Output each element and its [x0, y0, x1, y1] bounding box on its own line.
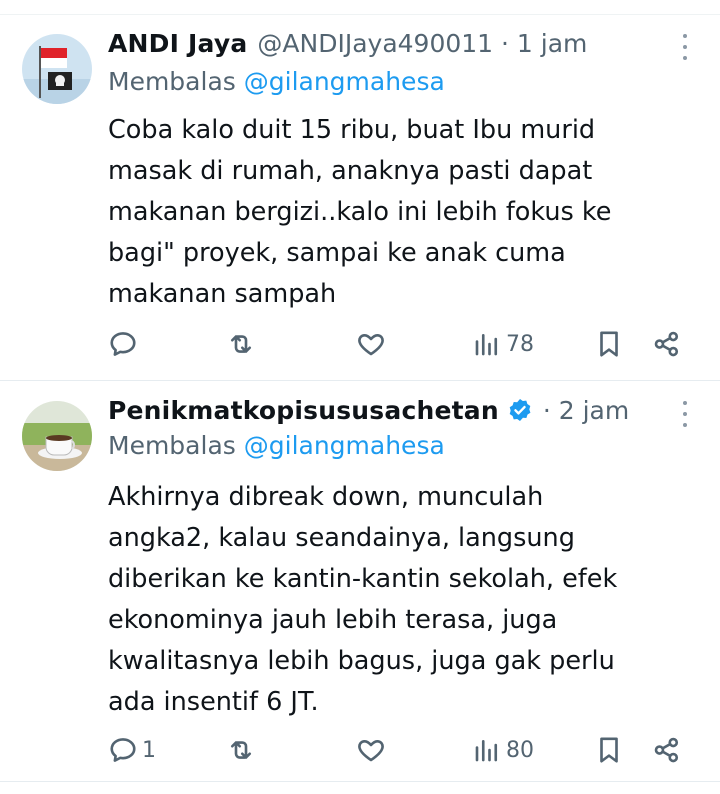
tweet-text: Akhirnya dibreak down, munculah angka2, …	[108, 477, 690, 723]
avatar[interactable]	[22, 34, 92, 104]
replying-to: Membalas @gilangmahesa	[108, 431, 445, 460]
reply-icon	[110, 738, 136, 762]
reply-button[interactable]: 1	[108, 730, 156, 770]
retweet-button[interactable]	[226, 324, 260, 364]
share-icon	[654, 331, 679, 357]
tweet-text-line: angka2, kalau seandainya, langsung	[108, 523, 575, 553]
views-icon	[475, 739, 498, 762]
tweet-text-line: bagi" proyek, sampai ke anak cuma	[108, 238, 566, 268]
author-meta[interactable]: · 2 jam	[543, 396, 629, 425]
heart-icon	[358, 333, 384, 356]
reply-button[interactable]	[108, 324, 142, 364]
avatar-image	[22, 401, 92, 471]
like-button[interactable]	[356, 324, 390, 364]
views-icon	[475, 333, 498, 356]
retweet-icon	[230, 741, 252, 759]
share-icon	[654, 737, 679, 763]
tweet-text-line: makanan bergizi..kalo ini lebih fokus ke	[108, 197, 612, 227]
author-meta[interactable]: @ANDIJaya490011 · 1 jam	[257, 29, 587, 58]
views-button[interactable]: 78	[472, 324, 534, 364]
share-button[interactable]	[652, 730, 682, 770]
tweet-text-line: Akhirnya dibreak down, munculah	[108, 482, 544, 512]
tweet-text: Coba kalo duit 15 ribu, buat Ibu murid m…	[108, 110, 690, 315]
share-button[interactable]	[652, 324, 682, 364]
tweet-header: Penikmatkopisususachetan · 2 jam	[108, 390, 680, 430]
tweet-text-line: ekonominya jauh lebih terasa, juga	[108, 605, 558, 635]
replying-handle-link[interactable]: @gilangmahesa	[244, 67, 445, 96]
tweet-card[interactable]: Penikmatkopisususachetan · 2 jam Membala…	[0, 381, 720, 782]
tweet-header: ANDI Jaya @ANDIJaya490011 · 1 jam	[108, 23, 680, 63]
tweet-text-line: ada insentif 6 JT.	[108, 687, 319, 717]
heart-icon	[358, 739, 384, 762]
views-count: 78	[506, 331, 534, 357]
like-button[interactable]	[356, 730, 390, 770]
action-bar: 78	[108, 324, 698, 364]
views-button[interactable]: 80	[472, 730, 534, 770]
tweet-text-line: masak di rumah, anaknya pasti dapat	[108, 156, 593, 186]
retweet-icon	[230, 335, 252, 353]
replying-prefix: Membalas	[108, 431, 236, 460]
action-bar: 1 80	[108, 730, 698, 770]
verified-icon	[509, 398, 531, 422]
replying-prefix: Membalas	[108, 67, 236, 96]
more-icon[interactable]	[680, 34, 690, 60]
replying-to: Membalas @gilangmahesa	[108, 67, 445, 96]
bookmark-icon	[600, 331, 618, 357]
top-divider	[0, 0, 720, 15]
reply-icon	[110, 332, 136, 356]
reply-count: 1	[142, 737, 156, 763]
tweet-text-line: makanan sampah	[108, 279, 337, 309]
author-name[interactable]: Penikmatkopisususachetan	[108, 396, 499, 425]
more-icon[interactable]	[680, 401, 690, 427]
tweet-text-line: Coba kalo duit 15 ribu, buat Ibu murid	[108, 115, 596, 145]
bookmark-button[interactable]	[594, 730, 624, 770]
avatar-image	[22, 34, 92, 104]
tweet-card[interactable]: ANDI Jaya @ANDIJaya490011 · 1 jam Membal…	[0, 14, 720, 381]
bookmark-icon	[600, 737, 618, 763]
replying-handle-link[interactable]: @gilangmahesa	[244, 431, 445, 460]
avatar[interactable]	[22, 401, 92, 471]
author-name[interactable]: ANDI Jaya	[108, 29, 247, 58]
bookmark-button[interactable]	[594, 324, 624, 364]
retweet-button[interactable]	[226, 730, 260, 770]
views-count: 80	[506, 737, 534, 763]
tweet-text-line: kwalitasnya lebih bagus, juga gak perlu	[108, 646, 615, 676]
tweet-text-line: diberikan ke kantin-kantin sekolah, efek	[108, 564, 618, 594]
